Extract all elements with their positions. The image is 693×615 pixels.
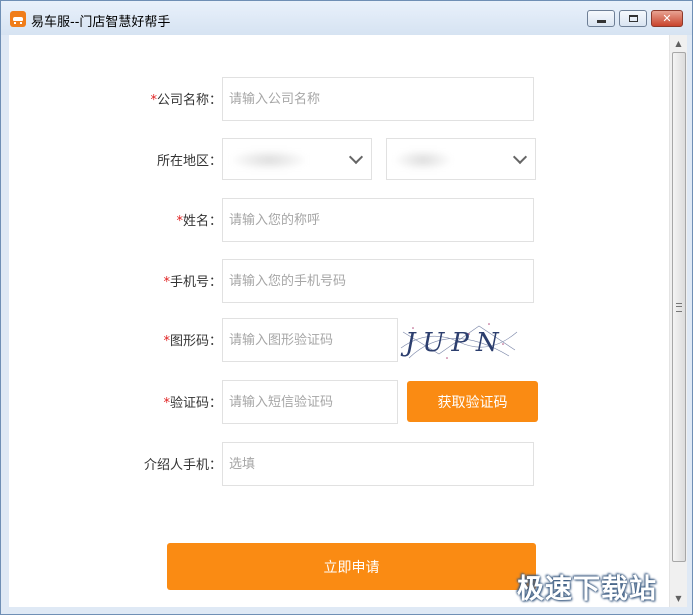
submit-button[interactable]: 立即申请 — [167, 543, 536, 590]
scroll-thumb[interactable] — [672, 52, 686, 562]
province-select[interactable] — [222, 138, 372, 180]
chevron-down-icon — [512, 149, 528, 165]
captcha-text: JUPN — [400, 328, 506, 358]
maximize-button[interactable] — [619, 10, 647, 27]
province-value-blurred — [229, 149, 309, 171]
close-icon: ✕ — [662, 12, 672, 25]
name-input[interactable] — [222, 198, 534, 242]
name-row: *姓名： — [9, 198, 669, 242]
chevron-down-icon — [348, 149, 364, 165]
city-value-blurred — [393, 149, 453, 171]
referrer-row: 介绍人手机： — [9, 442, 669, 486]
company-label: *公司名称： — [150, 93, 222, 108]
window-title: 易车服--门店智慧好帮手 — [31, 15, 171, 30]
captcha-label: *图形码： — [163, 334, 222, 349]
get-code-button[interactable]: 获取验证码 — [407, 381, 538, 422]
close-button[interactable]: ✕ — [651, 10, 683, 27]
registration-form: *公司名称： 所在地区： *姓名： *手机号： *图形码： — [9, 35, 669, 607]
car-app-icon — [10, 11, 26, 27]
phone-input[interactable] — [222, 259, 534, 303]
minimize-icon — [596, 20, 606, 23]
captcha-row: *图形码： JUPN — [9, 318, 669, 362]
app-window: 易车服--门店智慧好帮手 ✕ *公司名称： 所在地区： *姓名： *手机号： — [0, 0, 693, 615]
maximize-icon — [628, 15, 638, 22]
grip-icon — [676, 303, 682, 312]
sms-label: *验证码： — [163, 396, 222, 411]
watermark-text: 极速下载站 — [517, 574, 657, 605]
scroll-down-icon[interactable]: ▼ — [670, 590, 687, 607]
phone-label: *手机号： — [163, 275, 222, 290]
vertical-scrollbar[interactable]: ▲ ▼ — [669, 35, 687, 607]
scroll-up-icon[interactable]: ▲ — [670, 35, 687, 52]
company-name-input[interactable] — [222, 77, 534, 121]
minimize-button[interactable] — [587, 10, 615, 27]
sms-row: *验证码： 获取验证码 — [9, 380, 669, 424]
referrer-phone-input[interactable] — [222, 442, 534, 486]
referrer-label: 介绍人手机： — [143, 458, 222, 473]
title-bar[interactable]: 易车服--门店智慧好帮手 ✕ — [1, 1, 692, 35]
name-label: *姓名： — [176, 214, 222, 229]
captcha-image[interactable]: JUPN — [399, 318, 519, 362]
sms-code-input[interactable] — [222, 380, 398, 424]
captcha-input[interactable] — [222, 318, 398, 362]
phone-row: *手机号： — [9, 259, 669, 303]
city-select[interactable] — [386, 138, 536, 180]
region-row: 所在地区： — [9, 138, 669, 182]
company-row: *公司名称： — [9, 77, 669, 121]
region-label: 所在地区： — [156, 154, 222, 169]
